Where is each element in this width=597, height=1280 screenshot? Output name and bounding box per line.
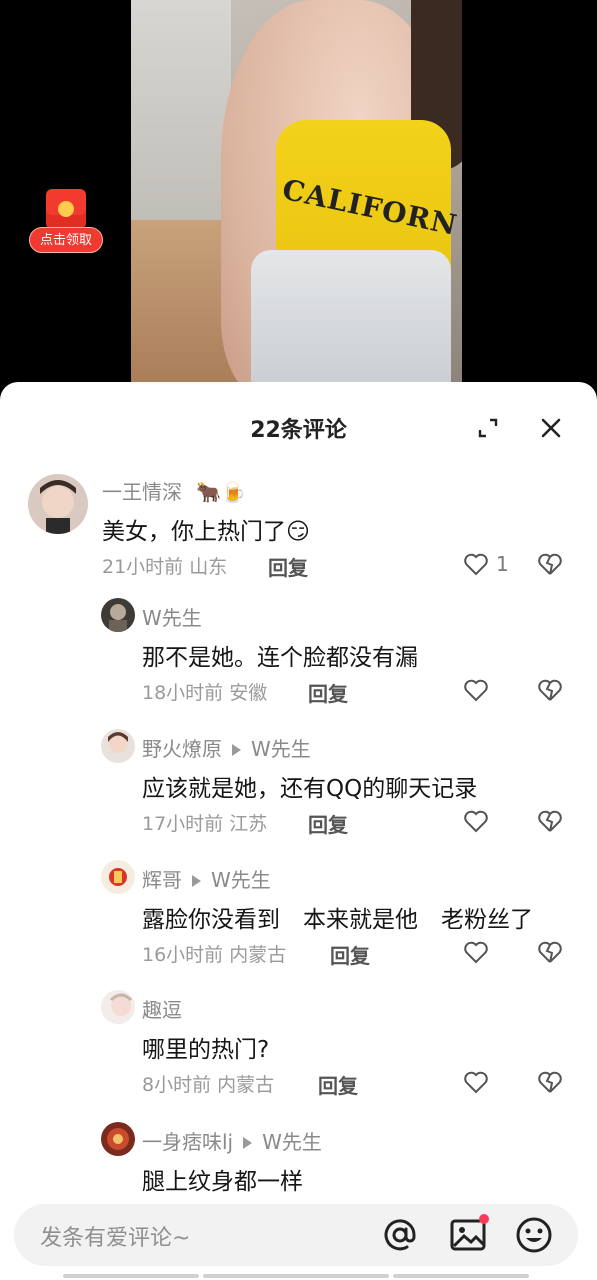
heart-icon[interactable] (463, 678, 489, 702)
reply-arrow-icon (243, 1136, 253, 1149)
avatar[interactable] (101, 990, 135, 1024)
comment-meta: 21小时前 山东 (102, 556, 228, 578)
comment-username[interactable]: 野火燎原 W先生 (142, 733, 311, 762)
reply-comment-item: 一身痞味lj W先生 腿上纹身都一样 (0, 1122, 597, 1202)
heart-icon[interactable] (463, 1070, 489, 1094)
comment-input-bar[interactable]: 发条有爱评论~ (14, 1204, 578, 1266)
broken-heart-icon[interactable] (537, 940, 563, 964)
red-packet-button[interactable]: 点击领取 (29, 189, 103, 255)
comment-text[interactable]: 露脸你没看到 本来就是他 老粉丝了 (142, 900, 533, 934)
broken-heart-icon[interactable] (537, 552, 563, 576)
notification-dot (479, 1214, 489, 1224)
reply-comment-item: 野火燎原 W先生 应该就是她，还有QQ的聊天记录 17小时前 江苏 回复 (0, 729, 597, 849)
comment-username[interactable]: W先生 (142, 602, 202, 631)
broken-heart-icon[interactable] (537, 1070, 563, 1094)
heart-icon[interactable] (463, 552, 489, 576)
comment-text[interactable]: 美女，你上热门了😏 (102, 512, 310, 546)
comment-count-title: 22条评论 (250, 418, 347, 443)
gesture-bar-segment (203, 1274, 389, 1278)
avatar[interactable] (101, 598, 135, 632)
avatar[interactable] (101, 1122, 135, 1156)
gesture-bar-segment (393, 1274, 529, 1278)
avatar[interactable] (28, 474, 88, 534)
reply-comment-item: 辉哥 W先生 露脸你没看到 本来就是他 老粉丝了 16小时前 内蒙古 回复 (0, 860, 597, 980)
reply-button[interactable]: 回复 (308, 678, 348, 707)
reply-comment-item: 趣逗 哪里的热门? 8小时前 内蒙古 回复 (0, 990, 597, 1110)
avatar[interactable] (101, 729, 135, 763)
reply-arrow-icon (192, 874, 201, 887)
reply-button[interactable]: 回复 (318, 1070, 358, 1099)
comment-meta: 16小时前 内蒙古 (142, 944, 287, 966)
red-packet-label: 点击领取 (29, 227, 103, 253)
comment-meta: 8小时前 内蒙古 (142, 1074, 275, 1096)
mention-at-icon[interactable] (381, 1216, 419, 1254)
reply-button[interactable]: 回复 (308, 809, 348, 838)
reply-button[interactable]: 回复 (330, 940, 370, 969)
heart-icon[interactable] (463, 809, 489, 833)
video-subject-shorts (251, 250, 451, 400)
broken-heart-icon[interactable] (537, 809, 563, 833)
gesture-bar-segment (63, 1274, 199, 1278)
comment-meta: 18小时前 安徽 (142, 682, 268, 704)
avatar[interactable] (101, 860, 135, 894)
broken-heart-icon[interactable] (537, 678, 563, 702)
comment-username[interactable]: 趣逗 (142, 994, 182, 1023)
reply-arrow-icon (232, 743, 241, 756)
comment-input[interactable]: 发条有爱评论~ (40, 1220, 190, 1252)
expand-icon[interactable] (477, 417, 499, 439)
comment-item: 一王情深 🐂🍺 美女，你上热门了😏 21小时前 山东 回复 1 (0, 474, 597, 594)
comment-username[interactable]: 辉哥 W先生 (142, 864, 271, 893)
reply-comment-item: W先生 那不是她。连个脸都没有漏 18小时前 安徽 回复 (0, 598, 597, 718)
emoji-icon[interactable] (515, 1216, 553, 1254)
coin-icon (58, 201, 74, 217)
comment-text[interactable]: 腿上纹身都一样 (142, 1162, 303, 1196)
comment-meta: 17小时前 江苏 (142, 813, 268, 835)
comment-panel: 22条评论 一王情深 🐂🍺 美女，你上热门了😏 21小时前 山东 回复 1 W先… (0, 382, 597, 1280)
comment-text[interactable]: 应该就是她，还有QQ的聊天记录 (142, 769, 477, 803)
comment-username[interactable]: 一王情深 🐂🍺 (102, 476, 246, 505)
video-player[interactable]: CALIFORN (131, 0, 462, 400)
comment-text[interactable]: 那不是她。连个脸都没有漏 (142, 638, 418, 672)
user-badges: 🐂🍺 (196, 480, 247, 504)
like-count: 1 (496, 552, 509, 576)
reply-button[interactable]: 回复 (268, 552, 308, 581)
comment-text[interactable]: 哪里的热门? (142, 1030, 269, 1064)
comment-username[interactable]: 一身痞味lj W先生 (142, 1126, 322, 1155)
close-icon[interactable] (540, 417, 562, 439)
heart-icon[interactable] (463, 940, 489, 964)
